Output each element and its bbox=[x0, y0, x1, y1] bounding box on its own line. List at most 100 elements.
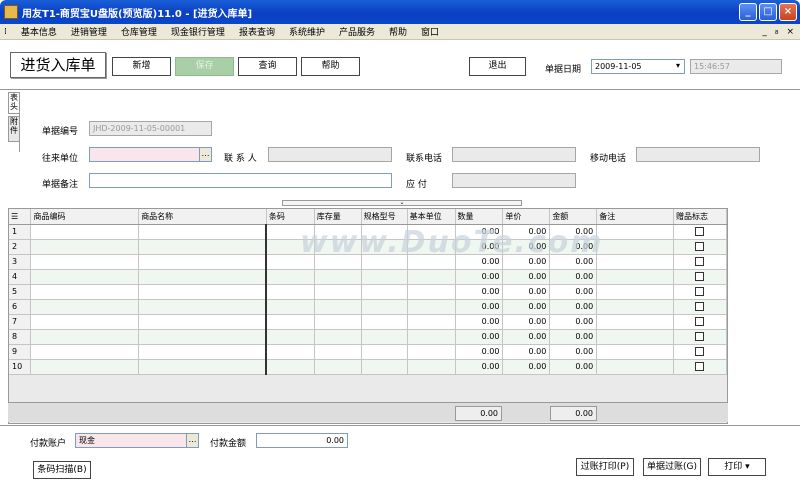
table-row[interactable]: 10 0.00 0.00 0.00 bbox=[9, 359, 728, 375]
col-gift-flag[interactable]: 赠品标志 bbox=[673, 209, 728, 225]
cell-remark[interactable] bbox=[596, 269, 674, 285]
cell-gift-flag[interactable] bbox=[673, 269, 728, 285]
mdi-restore-button[interactable]: ₈ bbox=[775, 27, 779, 37]
pay-amount-field[interactable]: 0.00 bbox=[256, 433, 348, 448]
cell-goods-code[interactable] bbox=[30, 284, 140, 300]
cell-spec[interactable] bbox=[361, 329, 408, 345]
cell-unit[interactable] bbox=[407, 359, 456, 375]
minimize-button[interactable]: _ bbox=[739, 3, 757, 21]
gift-checkbox[interactable] bbox=[694, 257, 704, 266]
menu-window[interactable]: 窗口 bbox=[414, 25, 446, 38]
cell-barcode[interactable] bbox=[266, 359, 315, 375]
cell-amount[interactable]: 0.00 bbox=[549, 269, 598, 285]
menu-reports[interactable]: 报表查询 bbox=[232, 25, 282, 38]
cell-amount[interactable]: 0.00 bbox=[549, 329, 598, 345]
maximize-button[interactable]: □ bbox=[759, 3, 777, 21]
cell-gift-flag[interactable] bbox=[673, 239, 728, 255]
cell-gift-flag[interactable] bbox=[673, 254, 728, 270]
col-unit[interactable]: 基本单位 bbox=[407, 209, 456, 225]
cell-goods-name[interactable] bbox=[138, 359, 268, 375]
cell-goods-code[interactable] bbox=[30, 329, 140, 345]
cell-spec[interactable] bbox=[361, 359, 408, 375]
cell-goods-code[interactable] bbox=[30, 224, 140, 240]
cell-goods-name[interactable] bbox=[138, 344, 268, 360]
cell-qty[interactable]: 0.00 bbox=[455, 269, 504, 285]
cell-goods-name[interactable] bbox=[138, 299, 268, 315]
cell-spec[interactable] bbox=[361, 299, 408, 315]
cell-goods-name[interactable] bbox=[138, 224, 268, 240]
gift-checkbox[interactable] bbox=[694, 347, 704, 356]
col-qty[interactable]: 数量 bbox=[455, 209, 504, 225]
cell-remark[interactable] bbox=[596, 284, 674, 300]
cell-spec[interactable] bbox=[361, 314, 408, 330]
ellipsis-icon[interactable]: … bbox=[186, 434, 198, 447]
cell-stock[interactable] bbox=[314, 299, 362, 315]
table-row[interactable]: 6 0.00 0.00 0.00 bbox=[9, 299, 728, 315]
cell-remark[interactable] bbox=[596, 344, 674, 360]
cell-goods-code[interactable] bbox=[30, 314, 140, 330]
table-row[interactable]: 4 0.00 0.00 0.00 bbox=[9, 269, 728, 285]
remark-field[interactable] bbox=[89, 173, 392, 188]
cell-goods-name[interactable] bbox=[138, 269, 268, 285]
cell-unit[interactable] bbox=[407, 329, 456, 345]
cell-price[interactable]: 0.00 bbox=[502, 284, 551, 300]
gift-checkbox[interactable] bbox=[694, 302, 704, 311]
cell-barcode[interactable] bbox=[266, 314, 315, 330]
print-button[interactable]: 打印 ▾ bbox=[708, 458, 766, 476]
pay-account-field[interactable]: 现金 … bbox=[75, 433, 199, 448]
cell-gift-flag[interactable] bbox=[673, 224, 728, 240]
cell-gift-flag[interactable] bbox=[673, 344, 728, 360]
cell-stock[interactable] bbox=[314, 314, 362, 330]
cell-price[interactable]: 0.00 bbox=[502, 359, 551, 375]
menu-purchase-sales[interactable]: 进销管理 bbox=[64, 25, 114, 38]
col-price[interactable]: 单价 bbox=[502, 209, 551, 225]
close-button[interactable]: × bbox=[779, 3, 797, 21]
table-row[interactable]: 7 0.00 0.00 0.00 bbox=[9, 314, 728, 330]
cell-unit[interactable] bbox=[407, 269, 456, 285]
cell-remark[interactable] bbox=[596, 359, 674, 375]
cell-unit[interactable] bbox=[407, 299, 456, 315]
cell-amount[interactable]: 0.00 bbox=[549, 284, 598, 300]
cell-remark[interactable] bbox=[596, 299, 674, 315]
ellipsis-icon[interactable]: … bbox=[199, 148, 211, 161]
gift-checkbox[interactable] bbox=[694, 362, 704, 371]
post-print-button[interactable]: 过账打印(P) bbox=[576, 458, 634, 476]
cell-gift-flag[interactable] bbox=[673, 314, 728, 330]
query-button[interactable]: 查询 bbox=[238, 57, 297, 76]
tab-attachment[interactable]: 附 件 bbox=[8, 116, 20, 142]
menu-cash-bank[interactable]: 现金银行管理 bbox=[164, 25, 232, 38]
cell-stock[interactable] bbox=[314, 329, 362, 345]
cell-barcode[interactable] bbox=[266, 299, 315, 315]
gift-checkbox[interactable] bbox=[694, 272, 704, 281]
cell-goods-name[interactable] bbox=[138, 284, 268, 300]
cell-stock[interactable] bbox=[314, 359, 362, 375]
cell-goods-name[interactable] bbox=[138, 254, 268, 270]
cell-price[interactable]: 0.00 bbox=[502, 269, 551, 285]
menu-basic-info[interactable]: 基本信息 bbox=[14, 25, 64, 38]
gift-checkbox[interactable] bbox=[694, 242, 704, 251]
cell-spec[interactable] bbox=[361, 284, 408, 300]
cell-qty[interactable]: 0.00 bbox=[455, 284, 504, 300]
cell-remark[interactable] bbox=[596, 329, 674, 345]
partner-field[interactable]: … bbox=[89, 147, 212, 162]
cell-price[interactable]: 0.00 bbox=[502, 329, 551, 345]
cell-gift-flag[interactable] bbox=[673, 284, 728, 300]
cell-remark[interactable] bbox=[596, 254, 674, 270]
cell-goods-code[interactable] bbox=[30, 344, 140, 360]
cell-goods-name[interactable] bbox=[138, 329, 268, 345]
menu-system[interactable]: 系统维护 bbox=[282, 25, 332, 38]
cell-price[interactable]: 0.00 bbox=[502, 344, 551, 360]
cell-barcode[interactable] bbox=[266, 329, 315, 345]
cell-goods-name[interactable] bbox=[138, 239, 268, 255]
cell-barcode[interactable] bbox=[266, 344, 315, 360]
cell-spec[interactable] bbox=[361, 344, 408, 360]
mdi-close-button[interactable]: × bbox=[786, 27, 794, 37]
cell-goods-code[interactable] bbox=[30, 239, 140, 255]
cell-qty[interactable]: 0.00 bbox=[455, 359, 504, 375]
print-dropdown-icon[interactable]: ▾ bbox=[745, 462, 750, 472]
table-row[interactable]: 9 0.00 0.00 0.00 bbox=[9, 344, 728, 360]
table-row[interactable]: 5 0.00 0.00 0.00 bbox=[9, 284, 728, 300]
cell-price[interactable]: 0.00 bbox=[502, 299, 551, 315]
menu-help[interactable]: 帮助 bbox=[382, 25, 414, 38]
col-remark[interactable]: 备注 bbox=[596, 209, 674, 225]
